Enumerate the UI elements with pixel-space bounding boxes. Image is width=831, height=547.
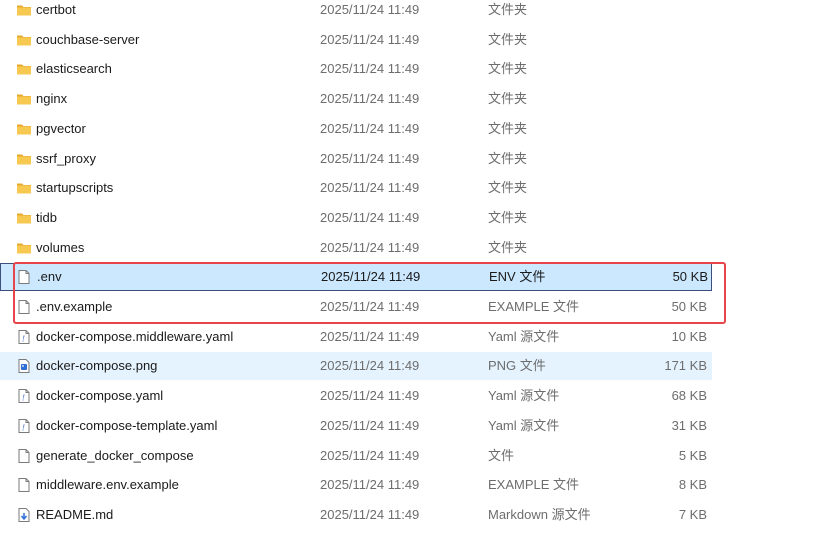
file-row[interactable]: ! docker-compose-template.yaml 2025/11/24 …	[0, 412, 712, 440]
file-modified-date: 2025/11/24 11:49	[320, 150, 420, 166]
file-size: 171 KB	[664, 358, 707, 374]
yaml-file-icon: !	[16, 418, 32, 434]
file-type: 文件夹	[488, 180, 528, 196]
file-size: 31 KB	[671, 417, 707, 433]
file-row[interactable]: ! docker-compose.yaml 2025/11/24 11:49 Yaml…	[0, 382, 712, 410]
file-name: tidb	[36, 209, 57, 225]
folder-row[interactable]: volumes 2025/11/24 11:49 文件夹	[0, 234, 712, 262]
folder-row[interactable]: ssrf_proxy 2025/11/24 11:49 文件夹	[0, 145, 712, 173]
file-modified-date: 2025/11/24 11:49	[320, 477, 420, 493]
file-name: couchbase-server	[36, 31, 140, 47]
file-name: docker-compose.middleware.yaml	[36, 328, 234, 344]
file-size: 50 KB	[672, 269, 708, 285]
folder-row[interactable]: tidb 2025/11/24 11:49 文件夹	[0, 204, 712, 232]
folder-icon	[16, 240, 32, 256]
svg-text:!: !	[22, 334, 25, 343]
file-type: 文件夹	[488, 239, 528, 255]
file-name: middleware.env.example	[36, 477, 179, 493]
folder-row[interactable]: couchbase-server 2025/11/24 11:49 文件夹	[0, 26, 712, 54]
file-name: ssrf_proxy	[36, 150, 96, 166]
file-name: pgvector	[36, 120, 86, 136]
folder-row[interactable]: pgvector 2025/11/24 11:49 文件夹	[0, 115, 712, 143]
file-modified-date: 2025/11/24 11:49	[320, 388, 420, 404]
file-size: 8 KB	[678, 477, 707, 493]
file-type: 文件夹	[488, 209, 528, 225]
folder-icon	[16, 180, 32, 196]
file-row[interactable]: ! docker-compose.middleware.yaml 2025/11/2…	[0, 323, 712, 351]
markdown-file-icon	[16, 507, 32, 523]
folder-row[interactable]: elasticsearch 2025/11/24 11:49 文件夹	[0, 55, 712, 83]
svg-text:!: !	[22, 423, 25, 432]
yaml-file-icon: !	[16, 388, 32, 404]
file-name: nginx	[36, 91, 68, 107]
file-row[interactable]: .env.example 2025/11/24 11:49 EXAMPLE 文件 50…	[0, 293, 712, 321]
file-modified-date: 2025/11/24 11:49	[320, 239, 420, 255]
file-size: 10 KB	[671, 328, 707, 344]
file-type: 文件夹	[488, 61, 528, 77]
file-name: generate_docker_compose	[36, 447, 194, 463]
file-row[interactable]: .env 2025/11/24 11:49 ENV 文件 50 KB	[0, 263, 712, 292]
file-modified-date: 2025/11/24 11:49	[320, 31, 420, 47]
file-size: 50 KB	[671, 299, 707, 314]
file-size: 5 KB	[678, 447, 707, 463]
file-row[interactable]: docker-compose.png 2025/11/24 11:49 PNG 文件…	[0, 352, 712, 381]
folder-row[interactable]: certbot 2025/11/24 11:49 文件夹	[0, 0, 712, 24]
file-modified-date: 2025/11/24 11:49	[320, 120, 420, 136]
file-name: elasticsearch	[36, 61, 112, 77]
file-modified-date: 2025/11/24 11:49	[320, 358, 420, 374]
file-type: 文件夹	[488, 150, 528, 166]
file-type: 文件夹	[488, 91, 528, 107]
image-file-icon	[16, 358, 32, 374]
folder-row[interactable]: nginx 2025/11/24 11:49 文件夹	[0, 85, 712, 113]
folder-icon	[16, 32, 32, 48]
file-modified-date: 2025/11/24 11:49	[320, 2, 420, 17]
file-type: 文件夹	[488, 31, 528, 47]
folder-icon	[16, 61, 32, 77]
file-size: 68 KB	[671, 388, 707, 404]
file-modified-date: 2025/11/24 11:49	[320, 61, 420, 77]
svg-text:!: !	[22, 394, 25, 403]
folder-row[interactable]: startupscripts 2025/11/24 11:49 文件夹	[0, 174, 712, 202]
file-size: 7 KB	[678, 506, 707, 522]
file-name: certbot	[36, 2, 76, 17]
folder-icon	[16, 151, 32, 167]
file-modified-date: 2025/11/24 11:49	[320, 180, 420, 196]
yaml-file-icon: !	[16, 329, 32, 345]
file-modified-date: 2025/11/24 11:49	[320, 299, 420, 314]
file-modified-date: 2025/11/24 11:49	[320, 328, 420, 344]
file-modified-date: 2025/11/24 11:49	[320, 506, 420, 522]
file-icon	[16, 269, 32, 285]
file-type: 文件夹	[488, 120, 528, 136]
file-row[interactable]: middleware.env.example 2025/11/24 11:49 EX…	[0, 471, 712, 499]
file-icon	[16, 299, 32, 315]
file-name: docker-compose.yaml	[36, 388, 164, 404]
file-modified-date: 2025/11/24 11:49	[320, 447, 420, 463]
file-modified-date: 2025/11/24 11:49	[320, 91, 420, 107]
file-icon	[16, 477, 32, 493]
file-type: 文件夹	[488, 2, 528, 17]
file-name: .env	[37, 269, 62, 285]
file-row[interactable]: generate_docker_compose 2025/11/24 11:49 文…	[0, 442, 712, 470]
folder-icon	[16, 121, 32, 137]
file-modified-date: 2025/11/24 11:49	[320, 209, 420, 225]
file-modified-date: 2025/11/24 11:49	[320, 417, 420, 433]
file-name: volumes	[36, 239, 85, 255]
file-name: docker-compose.png	[36, 358, 158, 374]
file-name: docker-compose-template.yaml	[36, 417, 218, 433]
folder-icon	[16, 2, 32, 18]
file-name: README.md	[36, 506, 114, 522]
file-name: .env.example	[36, 299, 113, 314]
folder-icon	[16, 91, 32, 107]
folder-icon	[16, 210, 32, 226]
file-name: startupscripts	[36, 180, 114, 196]
file-modified-date: 2025/11/24 11:49	[321, 269, 421, 285]
file-row[interactable]: README.md 2025/11/24 11:49 Markdown 源文件 7 K…	[0, 501, 712, 529]
file-icon	[16, 448, 32, 464]
